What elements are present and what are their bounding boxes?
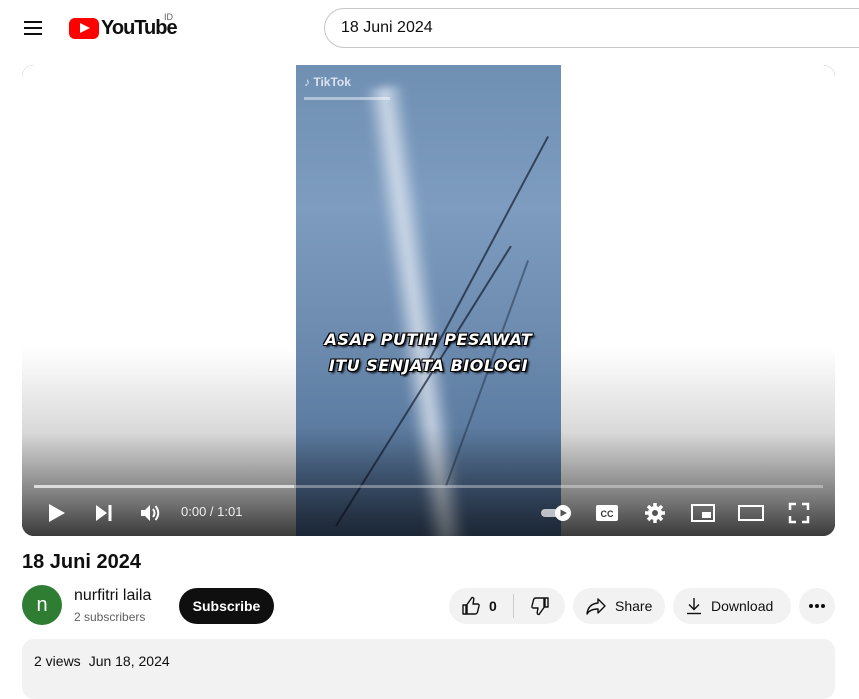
progress-bar[interactable] [34, 485, 823, 488]
subscribe-button[interactable]: Subscribe [179, 588, 274, 624]
menu-icon[interactable] [22, 17, 46, 39]
svg-text:CC: CC [601, 509, 614, 519]
time-display: 0:00 / 1:01 [181, 504, 243, 519]
like-count: 0 [489, 598, 497, 614]
settings-button[interactable] [641, 499, 669, 527]
youtube-logo[interactable]: YouTube ID [69, 12, 178, 40]
fullscreen-icon [788, 502, 810, 524]
closed-captions-icon: CC [596, 505, 618, 521]
share-button[interactable]: Share [573, 588, 665, 624]
play-icon [49, 504, 65, 522]
next-button[interactable] [90, 499, 118, 527]
autoplay-icon [541, 505, 571, 521]
fullscreen-button[interactable] [785, 499, 813, 527]
theater-mode-button[interactable] [737, 499, 765, 527]
skip-next-icon [96, 505, 112, 521]
caption-line-2: ITU SENJATA BIOLOGI [328, 356, 529, 375]
video-title: 18 Juni 2024 [22, 551, 141, 573]
search-input[interactable] [341, 9, 859, 47]
caption-line-1: ASAP PUTIH PESAWAT [324, 330, 533, 349]
country-code: ID [164, 12, 173, 22]
download-icon [687, 598, 701, 615]
more-horizontal-icon [809, 604, 825, 608]
video-frame[interactable]: ♪ TikTok ASAP PUTIH PESAWAT ITU SENJATA … [296, 65, 561, 536]
tiktok-handle-bar [304, 97, 390, 100]
volume-button[interactable] [137, 499, 165, 527]
player-letterbox-right [561, 65, 835, 536]
top-bar: YouTube ID [0, 0, 859, 56]
thumbs-down-icon [530, 597, 549, 616]
player-controls: 0:00 / 1:01 CC [22, 493, 835, 533]
owner-row: n nurfitri laila 2 subscribers Subscribe… [22, 585, 842, 625]
miniplayer-button[interactable] [689, 499, 717, 527]
share-icon [586, 598, 606, 615]
like-button[interactable]: 0 [449, 588, 513, 624]
play-button[interactable] [43, 499, 71, 527]
dislike-button[interactable] [514, 588, 565, 624]
download-button[interactable]: Download [673, 588, 791, 624]
thumbs-up-icon [462, 596, 480, 615]
autoplay-toggle[interactable] [540, 499, 574, 527]
youtube-play-icon [69, 17, 99, 39]
upload-date: Jun 18, 2024 [88, 653, 170, 669]
video-meta: 2 views Jun 18, 2024 [34, 653, 170, 669]
download-label: Download [711, 598, 774, 614]
subscriber-count: 2 subscribers [74, 610, 146, 624]
miniplayer-icon [691, 504, 715, 522]
view-count: 2 views [34, 653, 81, 669]
more-actions-button[interactable] [799, 588, 835, 624]
theater-mode-icon [738, 505, 764, 521]
description-box[interactable]: 2 views Jun 18, 2024 [22, 639, 835, 699]
subtitles-button[interactable]: CC [593, 499, 621, 527]
player-letterbox-left [22, 65, 296, 536]
video-player[interactable]: ♪ TikTok ASAP PUTIH PESAWAT ITU SENJATA … [22, 65, 835, 536]
search-box [324, 8, 859, 48]
share-label: Share [615, 598, 653, 614]
gear-icon [645, 503, 665, 523]
avatar[interactable]: n [22, 585, 62, 625]
like-dislike-group: 0 [449, 588, 565, 624]
volume-icon [141, 505, 160, 521]
tiktok-watermark: ♪ TikTok [304, 75, 351, 89]
progress-loaded [34, 485, 295, 488]
channel-name[interactable]: nurfitri laila [74, 587, 151, 605]
